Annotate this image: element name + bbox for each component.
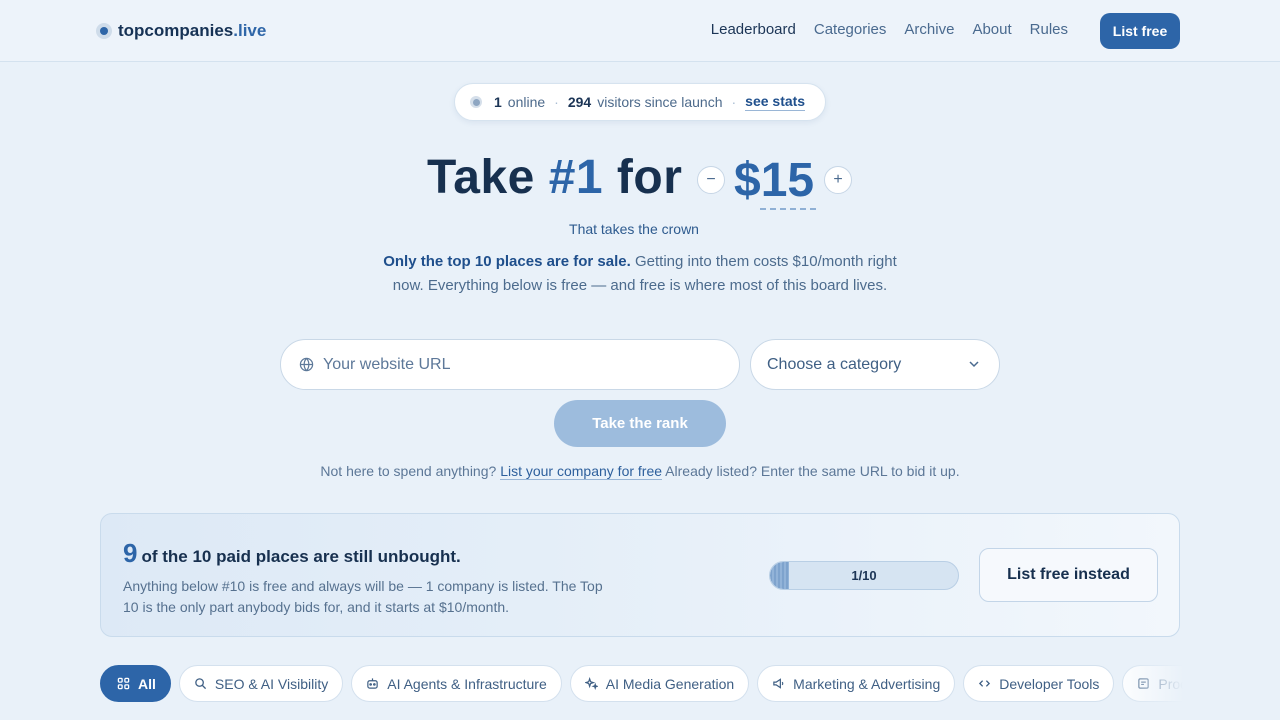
website-url-field[interactable] (280, 339, 740, 390)
note-icon (1137, 677, 1150, 690)
chip-all[interactable]: All (100, 665, 171, 702)
chip-ai-agents-infrastructure[interactable]: AI Agents & Infrastructure (351, 665, 562, 702)
grid-icon (117, 677, 130, 690)
brand-dot-icon (96, 23, 112, 39)
robot-icon (366, 677, 379, 690)
chip-label: Productivity (1158, 675, 1183, 692)
banner-headline-text: of the 10 paid places are still unbought… (141, 547, 461, 566)
paid-places-progress: 1/10 (769, 561, 959, 590)
separator: · (554, 94, 559, 110)
hero-for: for (616, 151, 683, 204)
top-bar: topcompanies.live Leaderboard Categories… (0, 0, 1280, 62)
crown-caption: That takes the crown (569, 221, 699, 237)
unbought-count: 9 (123, 538, 138, 568)
free-listing-note: Not here to spend anything? List your co… (0, 463, 1280, 480)
globe-icon (299, 357, 314, 372)
list-free-button[interactable]: List free (1100, 13, 1180, 49)
banner-description: Anything below #10 is free and always wi… (123, 578, 603, 615)
lede-bold: Only the top 10 places are for sale. (383, 253, 631, 270)
take-rank-button[interactable]: Take the rank (554, 400, 726, 447)
note-suffix: Already listed? Enter the same URL to bi… (665, 463, 960, 479)
note-prefix: Not here to spend anything? (320, 463, 497, 479)
chip-label: All (138, 675, 156, 692)
hero-description: Only the top 10 places are for sale. Get… (370, 250, 910, 297)
brand-tld: .live (233, 21, 267, 40)
code-icon (978, 677, 991, 690)
category-select-value: Choose a category (767, 355, 902, 373)
chip-marketing-advertising[interactable]: Marketing & Advertising (757, 665, 956, 702)
hero-title: Take #1 for (427, 150, 682, 205)
visitors-label: visitors since launch (597, 94, 723, 110)
status-dot-icon (470, 96, 482, 108)
nav-categories[interactable]: Categories (814, 21, 887, 41)
paid-places-banner: 9 of the 10 paid places are still unbough… (100, 513, 1180, 637)
chip-label: SEO & AI Visibility (214, 675, 329, 692)
megaphone-icon (772, 677, 785, 690)
see-stats-link[interactable]: see stats (745, 93, 806, 111)
hero-take: Take (427, 151, 535, 204)
decrease-price-button[interactable]: − (697, 166, 725, 194)
nav-rules[interactable]: Rules (1030, 21, 1068, 41)
chip-label: AI Media Generation (605, 675, 735, 692)
increase-price-button[interactable]: + (824, 166, 852, 194)
brand-name: topcompanies (118, 21, 234, 40)
category-filter-chips: All SEO & AI Visibility AI Agents & Infr… (100, 665, 1183, 703)
online-count: 1 (494, 94, 502, 110)
hero-heading: Take #1 for − $15 + (0, 148, 1280, 212)
chip-ai-media-generation[interactable]: AI Media Generation (569, 665, 750, 702)
visitor-stats-pill: 1 online · 294 visitors since launch · s… (454, 83, 826, 121)
separator: · (731, 94, 737, 110)
sparkles-icon (584, 677, 598, 690)
nav-about[interactable]: About (972, 21, 1011, 41)
search-icon (194, 677, 207, 690)
nav-archive[interactable]: Archive (904, 21, 954, 41)
online-label: online (507, 94, 546, 110)
chip-developer-tools[interactable]: Developer Tools (963, 665, 1115, 702)
main-nav: Leaderboard Categories Archive About Rul… (711, 21, 1068, 41)
website-url-input[interactable] (323, 355, 703, 374)
brand-logo[interactable]: topcompanies.live (96, 21, 266, 41)
nav-leaderboard[interactable]: Leaderboard (711, 21, 796, 41)
list-free-instead-button[interactable]: List free instead (979, 548, 1158, 602)
progress-label: 1/10 (851, 568, 877, 583)
banner-headline: 9 of the 10 paid places are still unbough… (123, 538, 461, 569)
hero-rank: #1 (548, 151, 604, 204)
category-select[interactable]: Choose a category (750, 339, 1000, 390)
list-company-free-link[interactable]: List your company for free (500, 463, 663, 480)
chip-label: AI Agents & Infrastructure (387, 675, 547, 692)
price-underline (760, 208, 816, 210)
chip-productivity[interactable]: Productivity (1122, 665, 1183, 702)
chip-label: Marketing & Advertising (793, 675, 941, 692)
chip-seo-ai-visibility[interactable]: SEO & AI Visibility (178, 665, 344, 702)
chevron-down-icon (967, 357, 981, 371)
chip-label: Developer Tools (999, 675, 1100, 692)
price-value[interactable]: $15 (734, 153, 814, 208)
visitors-count: 294 (567, 94, 592, 110)
